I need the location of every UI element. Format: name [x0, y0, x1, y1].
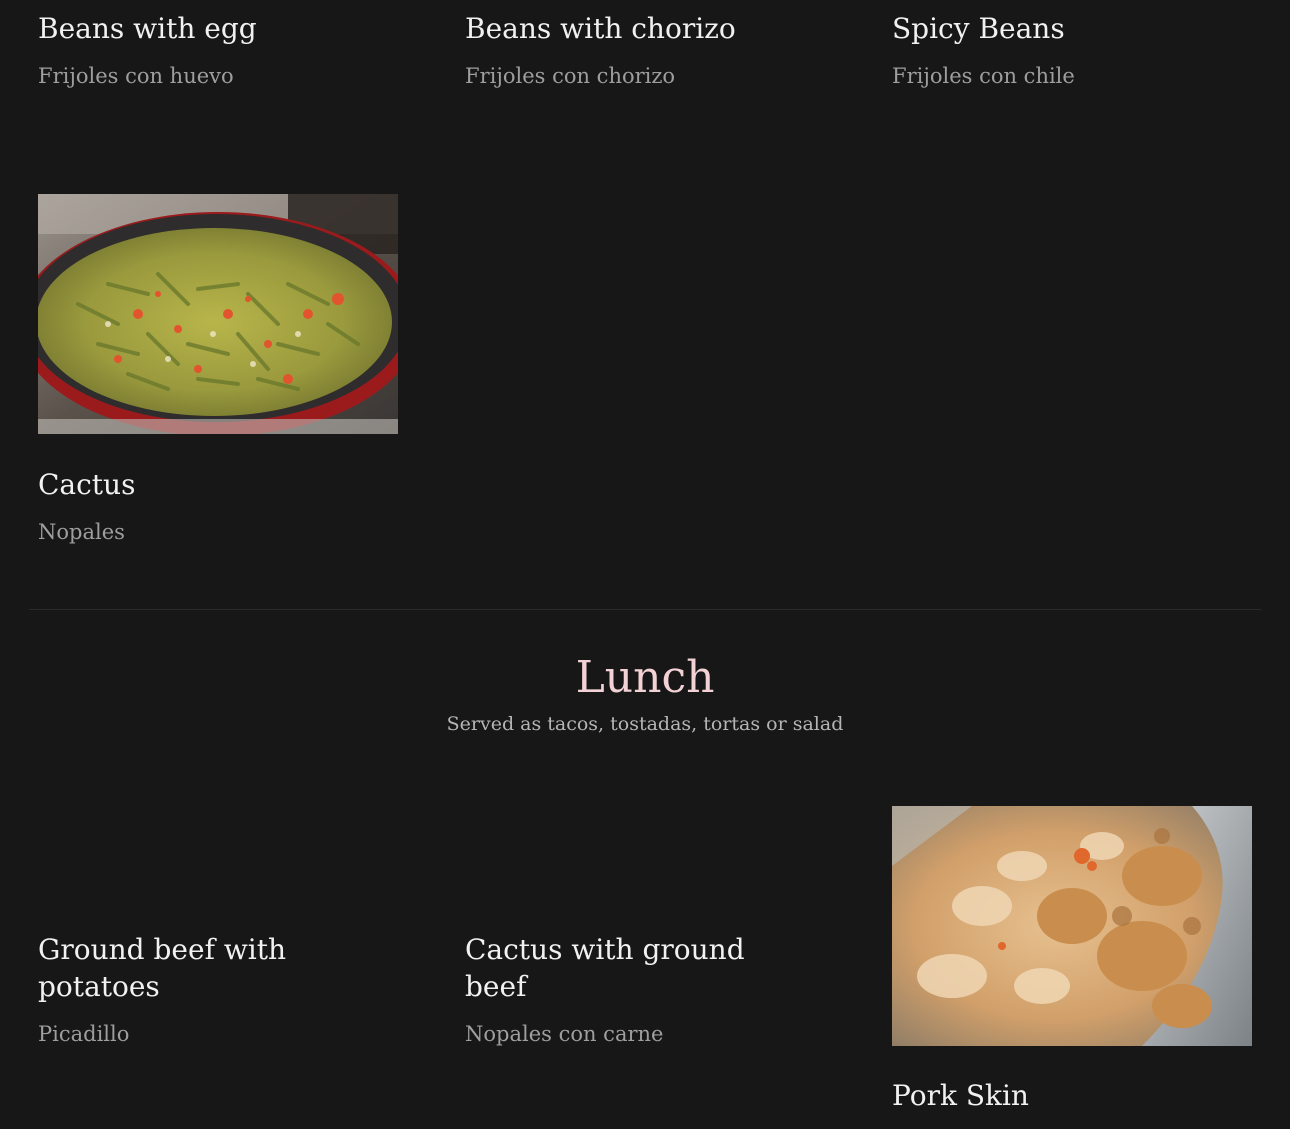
section-title: Lunch: [575, 652, 715, 703]
menu-item-spicy-beans: Spicy Beans Frijoles con chile: [892, 10, 1252, 90]
menu-item-ground-beef-with-potatoes: Ground beef with potatoes Picadillo: [38, 931, 338, 1048]
section-subtitle: Served as tacos, tostadas, tortas or sal…: [446, 713, 844, 735]
item-subtitle: Picadillo: [38, 1022, 130, 1046]
item-subtitle: Frijoles con chile: [892, 64, 1075, 88]
item-title: Cactus: [38, 468, 136, 501]
cactus-photo: [38, 194, 398, 434]
menu-item-pork-skin: Pork Skin: [892, 1077, 1252, 1114]
item-title: Spicy Beans: [892, 12, 1065, 45]
item-title: Beans with chorizo: [465, 12, 736, 45]
item-title: Ground beef with potatoes: [38, 933, 287, 1003]
item-subtitle: Frijoles con huevo: [38, 64, 234, 88]
item-subtitle: Frijoles con chorizo: [465, 64, 676, 88]
item-subtitle: Nopales: [38, 520, 125, 544]
item-title: Pork Skin: [892, 1079, 1029, 1112]
item-subtitle: Nopales con carne: [465, 1022, 664, 1046]
menu-item-beans-with-chorizo: Beans with chorizo Frijoles con chorizo: [465, 10, 825, 90]
item-title: Beans with egg: [38, 12, 257, 45]
menu-page: Beans with egg Frijoles con huevo Beans …: [0, 0, 1290, 1129]
section-divider: [29, 609, 1261, 610]
menu-item-beans-with-egg: Beans with egg Frijoles con huevo: [38, 10, 398, 90]
menu-item-cactus: Cactus Nopales: [38, 466, 398, 546]
pork-skin-photo: [892, 806, 1252, 1046]
item-title: Cactus with ground beef: [465, 933, 745, 1003]
menu-item-cactus-with-ground-beef: Cactus with ground beef Nopales con carn…: [465, 931, 765, 1048]
